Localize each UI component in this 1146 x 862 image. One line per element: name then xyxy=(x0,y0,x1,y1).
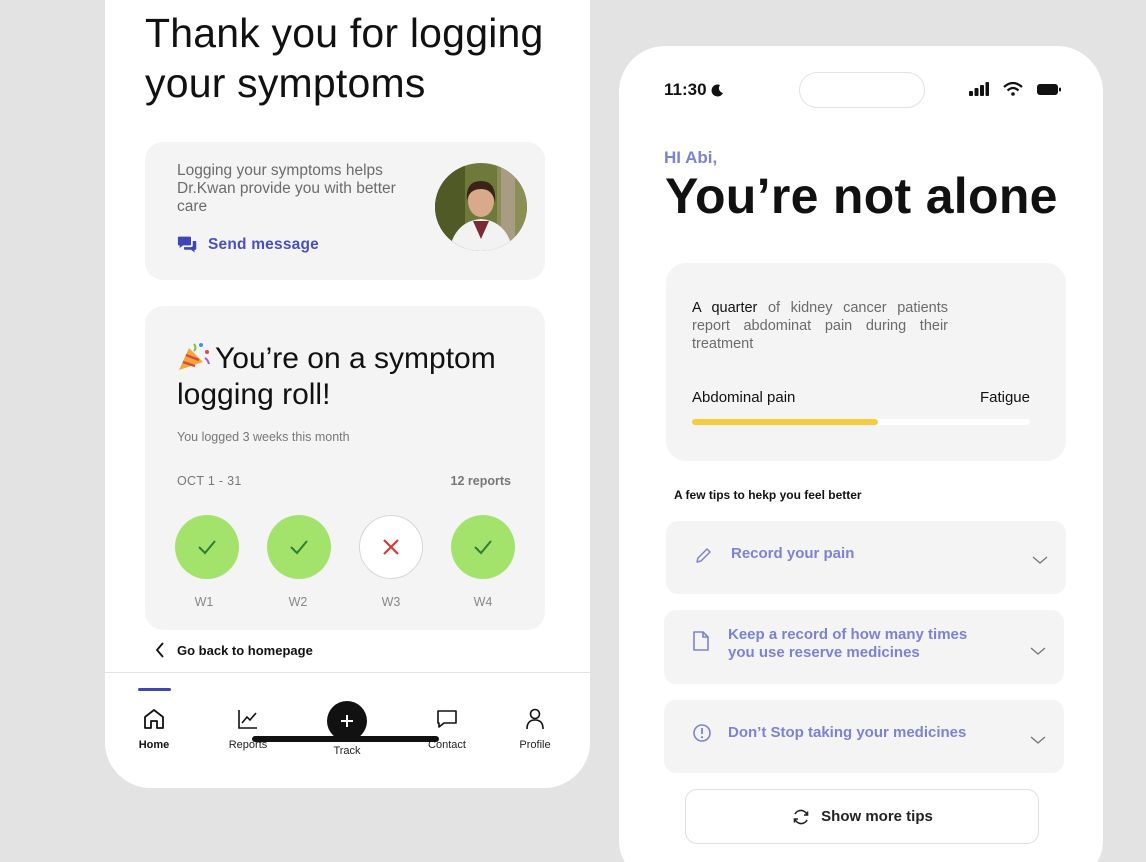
chevron-left-icon xyxy=(155,642,164,658)
tab-track-label[interactable]: Track xyxy=(317,745,377,757)
progress-fill xyxy=(692,419,878,425)
greeting: HI Abi, xyxy=(664,148,718,167)
back-to-homepage-link[interactable]: Go back to homepage xyxy=(155,642,313,658)
plus-icon xyxy=(341,715,353,727)
tab-profile[interactable]: Profile xyxy=(500,673,570,763)
home-icon xyxy=(144,709,164,729)
abdominal-pain-label: Abdominal pain xyxy=(692,389,796,406)
battery-icon xyxy=(1037,83,1061,95)
tip-keep-taking-medicines[interactable]: Don’t Stop taking your medicines xyxy=(664,700,1064,773)
status-bar-time: 11:30 xyxy=(664,80,724,100)
tab-home-label: Home xyxy=(138,739,170,751)
chevron-down-icon xyxy=(1030,732,1046,750)
statistic-card: A quarter of kidney cancer patients repo… xyxy=(666,263,1066,461)
report-count: 12 reports xyxy=(450,474,511,488)
check-icon xyxy=(474,540,492,555)
doctor-avatar xyxy=(435,163,527,251)
tab-profile-label: Profile xyxy=(519,739,551,751)
chevron-down-icon xyxy=(1032,552,1048,570)
back-link-label: Go back to homepage xyxy=(177,642,313,658)
refresh-icon xyxy=(793,809,809,824)
symptom-progress-bar xyxy=(692,419,1030,425)
pencil-icon xyxy=(694,547,712,565)
tab-reports[interactable]: Reports xyxy=(213,673,283,763)
tab-home[interactable]: Home xyxy=(119,673,189,763)
chart-icon xyxy=(238,710,257,729)
track-add-button[interactable] xyxy=(327,701,367,741)
roll-subtitle: You logged 3 weeks this month xyxy=(177,430,350,444)
check-icon xyxy=(198,540,216,555)
status-icons xyxy=(969,82,1061,96)
chevron-down-icon xyxy=(1030,643,1046,661)
user-icon xyxy=(526,708,544,730)
send-message-button[interactable]: Send message xyxy=(177,234,319,255)
week-3-status xyxy=(359,515,423,579)
week-4-status xyxy=(451,515,515,579)
fatigue-label: Fatigue xyxy=(979,389,1030,406)
signal-icon xyxy=(969,82,989,96)
send-message-label: Send message xyxy=(208,235,319,253)
tip-record-pain[interactable]: Record your pain xyxy=(666,521,1066,594)
doctor-card-text: Logging your symptoms helps Dr.Kwan prov… xyxy=(177,162,396,215)
week-label: W3 xyxy=(381,595,401,609)
alert-icon xyxy=(692,723,712,743)
time-text: 11:30 xyxy=(664,80,707,99)
left-phone-screen: Thank you for logging your symptoms Logg… xyxy=(105,0,590,788)
wifi-icon xyxy=(1003,82,1023,96)
week-1-status xyxy=(175,515,239,579)
week-label: W1 xyxy=(194,595,214,609)
dynamic-island xyxy=(799,72,925,108)
show-more-tips-label: Show more tips xyxy=(821,808,933,825)
week-label: W2 xyxy=(288,595,308,609)
roll-title: You’re on a symptom logging roll! xyxy=(177,340,517,413)
date-range: OCT 1 - 31 xyxy=(177,474,242,488)
right-phone-screen: 11:30 HI Abi, You’re not alone A quarter… xyxy=(619,46,1103,862)
document-icon xyxy=(692,630,710,652)
tab-contact[interactable]: Contact xyxy=(412,673,482,763)
moon-icon xyxy=(711,83,723,96)
doctor-card: Logging your symptoms helps Dr.Kwan prov… xyxy=(145,142,545,280)
statistic-text: A quarter of kidney cancer patients repo… xyxy=(692,299,948,353)
chat-bubbles-icon xyxy=(177,236,197,253)
tips-title: A few tips to hekp you feel better xyxy=(674,488,862,502)
tip-reserve-medicines[interactable]: Keep a record of how many times you use … xyxy=(664,610,1064,684)
logging-roll-card: You’re on a symptom logging roll! You lo… xyxy=(145,306,545,630)
tip-label: Don’t Stop taking your medicines xyxy=(728,724,967,741)
check-icon xyxy=(290,540,308,555)
tip-label: Keep a record of how many times you use … xyxy=(728,626,968,661)
tip-label: Record your pain xyxy=(731,545,855,562)
show-more-tips-button[interactable]: Show more tips xyxy=(685,789,1039,844)
chat-icon xyxy=(437,710,457,728)
party-popper-icon xyxy=(179,343,210,370)
week-label: W4 xyxy=(473,595,493,609)
week-2-status xyxy=(267,515,331,579)
roll-title-text: You’re on a symptom logging roll! xyxy=(177,342,496,411)
bottom-tab-bar: Home Reports Track Contact Profile xyxy=(105,672,590,788)
cross-icon xyxy=(383,539,399,555)
headline: You’re not alone xyxy=(665,168,1058,224)
home-indicator xyxy=(252,736,439,742)
page-title: Thank you for logging your symptoms xyxy=(145,10,544,106)
statistic-emphasis: A quarter xyxy=(692,300,758,316)
